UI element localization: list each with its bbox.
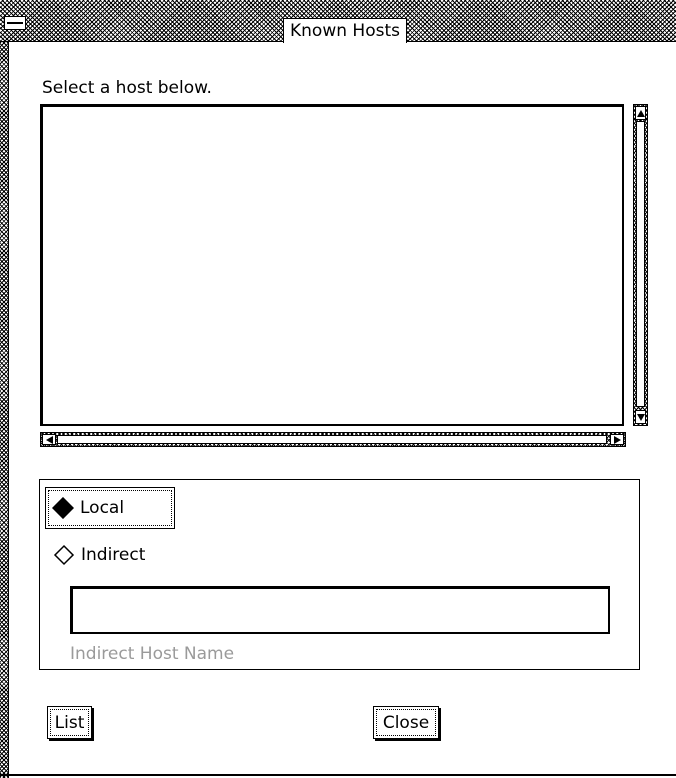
vertical-scroll-thumb[interactable] (636, 121, 645, 407)
window-frame-left[interactable] (0, 0, 9, 778)
radio-local-label: Local (80, 498, 125, 518)
list-button[interactable]: List (47, 706, 92, 739)
radio-local[interactable]: Local (45, 487, 175, 529)
right-arrow-icon[interactable] (610, 434, 624, 445)
indirect-host-name-input[interactable] (70, 586, 610, 634)
up-arrow-icon[interactable] (635, 106, 646, 120)
radio-indirect-label: Indirect (81, 545, 146, 565)
down-arrow-icon[interactable] (635, 410, 646, 424)
filled-diamond-icon (52, 497, 74, 519)
window-menu-icon[interactable] (4, 16, 26, 30)
left-arrow-icon[interactable] (42, 434, 56, 445)
window-title: Known Hosts (283, 18, 407, 43)
empty-diamond-icon (53, 544, 75, 566)
horizontal-scrollbar[interactable] (40, 432, 626, 447)
known-hosts-window: Known Hosts Select a host below. Local I… (0, 0, 676, 778)
host-list[interactable] (40, 104, 624, 426)
host-list-prompt: Select a host below. (42, 78, 212, 98)
window-frame-bottom (0, 774, 676, 776)
radio-indirect[interactable]: Indirect (53, 540, 145, 570)
title-bar[interactable]: Known Hosts (0, 0, 676, 43)
close-button[interactable]: Close (373, 706, 439, 739)
horizontal-scroll-thumb[interactable] (57, 435, 607, 444)
indirect-host-name-caption: Indirect Host Name (70, 644, 235, 664)
vertical-scrollbar[interactable] (633, 104, 648, 426)
